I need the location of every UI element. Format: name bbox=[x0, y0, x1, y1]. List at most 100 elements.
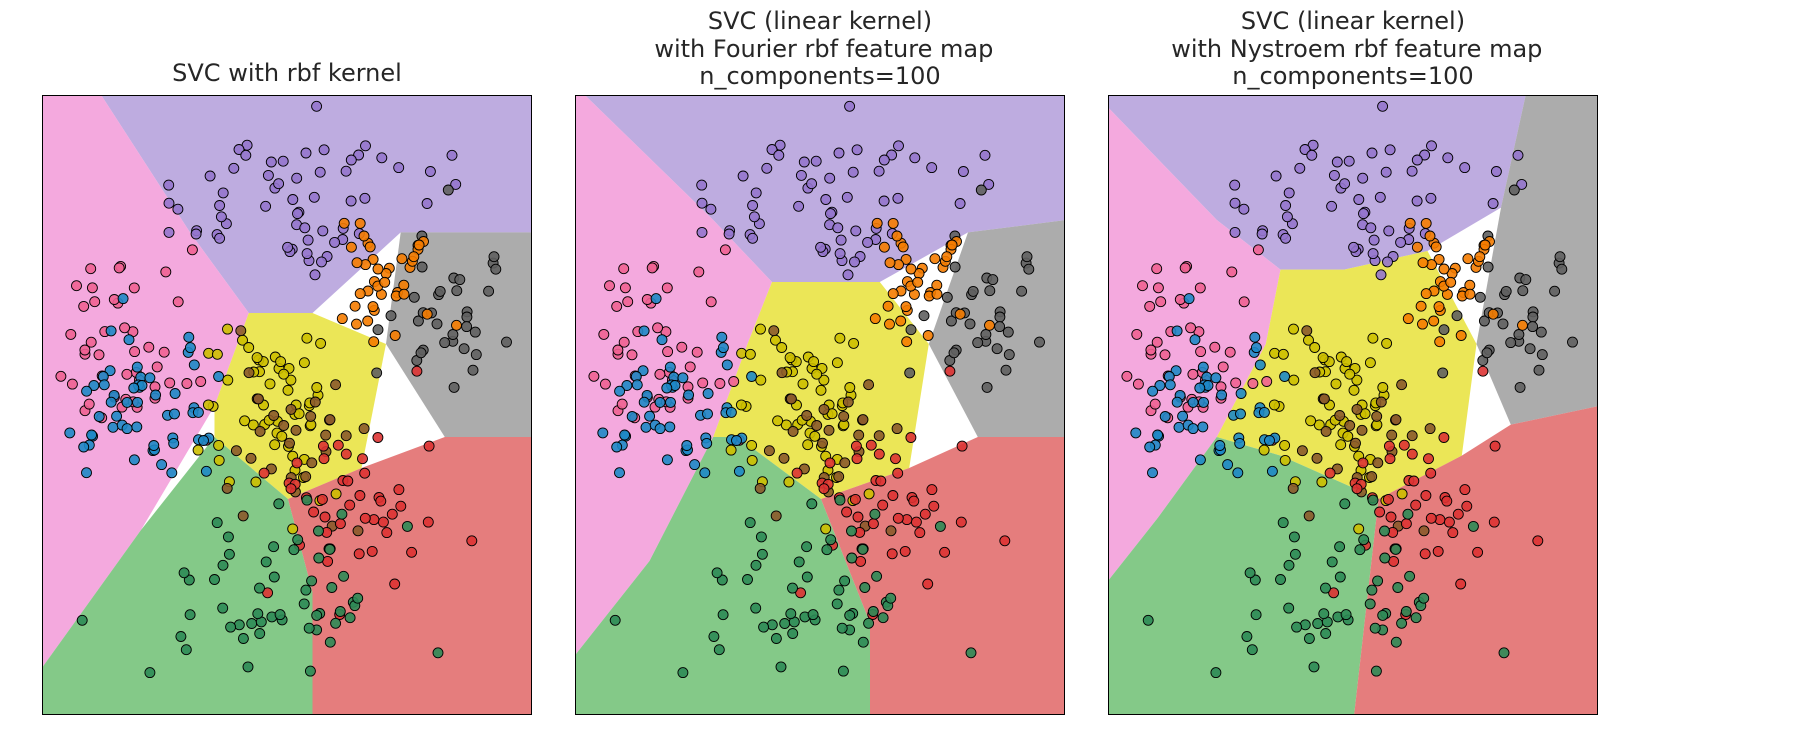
point-yellow bbox=[1259, 445, 1269, 455]
point-red bbox=[792, 468, 802, 478]
point-yellow bbox=[203, 400, 213, 410]
point-purple bbox=[318, 226, 328, 236]
point-green bbox=[1468, 521, 1478, 531]
point-red bbox=[373, 433, 383, 443]
point-orange bbox=[363, 316, 373, 326]
point-red bbox=[842, 507, 852, 517]
point-green bbox=[751, 560, 761, 570]
point-red bbox=[1421, 491, 1431, 501]
point-green bbox=[870, 509, 880, 519]
point-yellow bbox=[1349, 385, 1359, 395]
point-blue bbox=[700, 468, 710, 478]
point-red bbox=[1489, 517, 1499, 527]
point-green bbox=[210, 575, 220, 585]
point-purple bbox=[191, 229, 201, 239]
point-blue bbox=[615, 386, 625, 396]
point-purple bbox=[724, 229, 734, 239]
point-blue bbox=[662, 383, 672, 393]
point-green bbox=[345, 613, 355, 623]
point-green bbox=[776, 662, 786, 672]
point-purple bbox=[164, 227, 174, 237]
point-red bbox=[929, 501, 939, 511]
point-orange bbox=[369, 337, 379, 347]
point-yellow bbox=[214, 440, 224, 450]
point-green bbox=[780, 619, 790, 629]
point-yellow bbox=[835, 333, 845, 343]
point-pink bbox=[1152, 264, 1162, 274]
point-purple bbox=[843, 270, 853, 280]
point-brown bbox=[1335, 411, 1345, 421]
point-red bbox=[893, 513, 903, 523]
point-yellow bbox=[756, 324, 766, 334]
point-pink bbox=[612, 301, 622, 311]
point-purple bbox=[738, 171, 748, 181]
point-orange bbox=[422, 309, 432, 319]
point-gray bbox=[905, 368, 915, 378]
point-red bbox=[376, 496, 386, 506]
point-green bbox=[858, 544, 868, 554]
point-red bbox=[286, 484, 296, 494]
point-purple bbox=[1282, 212, 1292, 222]
point-pink bbox=[715, 379, 725, 389]
point-purple bbox=[874, 166, 884, 176]
point-blue bbox=[82, 468, 92, 478]
point-gray bbox=[440, 338, 450, 348]
point-orange bbox=[888, 218, 898, 228]
point-green bbox=[1401, 607, 1411, 617]
point-blue bbox=[1259, 407, 1269, 417]
point-gray bbox=[489, 252, 499, 262]
point-orange bbox=[1418, 258, 1428, 268]
point-green bbox=[243, 662, 253, 672]
point-gray bbox=[1521, 275, 1531, 285]
point-brown bbox=[1302, 326, 1312, 336]
point-brown bbox=[834, 472, 844, 482]
point-brown bbox=[1397, 380, 1407, 390]
point-orange bbox=[1475, 252, 1485, 262]
point-orange bbox=[390, 331, 400, 341]
point-purple bbox=[317, 257, 327, 267]
point-purple bbox=[1329, 170, 1339, 180]
point-blue bbox=[189, 360, 199, 370]
point-pink bbox=[617, 399, 627, 409]
point-pink bbox=[1150, 399, 1160, 409]
point-purple bbox=[216, 212, 226, 222]
point-yellow bbox=[331, 489, 341, 499]
point-purple bbox=[1378, 101, 1388, 111]
point-gray bbox=[462, 312, 472, 322]
point-pink bbox=[653, 323, 663, 333]
point-pink bbox=[1239, 297, 1249, 307]
point-red bbox=[850, 494, 860, 504]
point-red bbox=[292, 458, 302, 468]
point-green bbox=[868, 607, 878, 617]
point-green bbox=[1335, 572, 1345, 582]
point-gray bbox=[417, 262, 427, 272]
point-blue bbox=[1172, 397, 1182, 407]
point-orange bbox=[888, 289, 898, 299]
point-blue bbox=[1153, 430, 1163, 440]
point-yellow bbox=[276, 357, 286, 367]
point-purple bbox=[1332, 157, 1342, 167]
point-red bbox=[1456, 579, 1466, 589]
point-brown bbox=[1312, 453, 1322, 463]
subplot-title-2: SVC (linear kernel) with Fourier rbf fea… bbox=[575, 8, 1065, 91]
point-green bbox=[314, 526, 324, 536]
point-purple bbox=[278, 156, 288, 166]
point-yellow bbox=[212, 349, 222, 359]
point-blue bbox=[703, 409, 713, 419]
point-green bbox=[302, 495, 312, 505]
point-green bbox=[185, 610, 195, 620]
point-purple bbox=[361, 141, 371, 151]
point-blue bbox=[106, 326, 116, 336]
point-red bbox=[819, 484, 829, 494]
point-green bbox=[255, 629, 265, 639]
point-purple bbox=[1295, 163, 1305, 173]
point-purple bbox=[215, 233, 225, 243]
point-orange bbox=[901, 302, 911, 312]
point-brown bbox=[858, 415, 868, 425]
point-red bbox=[888, 491, 898, 501]
subplot-1 bbox=[42, 95, 532, 715]
point-yellow bbox=[845, 383, 855, 393]
point-red bbox=[378, 517, 388, 527]
point-purple bbox=[879, 155, 889, 165]
point-blue bbox=[87, 430, 97, 440]
